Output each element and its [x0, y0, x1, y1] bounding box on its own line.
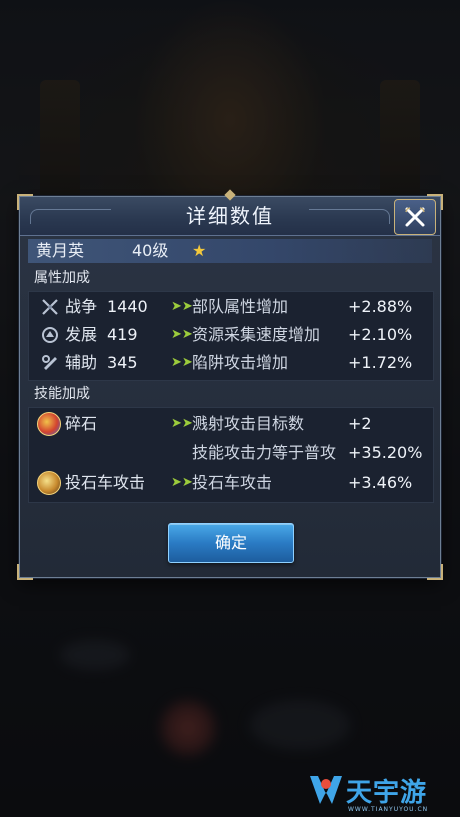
double-chevron-icon: ➤➤ [171, 475, 193, 490]
attribute-value: 345 [107, 353, 138, 372]
double-chevron-icon: ➤➤ [171, 299, 193, 314]
skill-row: 碎石 ➤➤ 溅射攻击目标数 +2 [29, 410, 433, 438]
corner-ornament [17, 564, 33, 580]
skill-name: 投石车攻击 [65, 473, 146, 492]
skill-effect: 溅射攻击目标数 [192, 414, 305, 433]
skill-row: 投石车攻击 ➤➤ 投石车攻击 +3.46% [29, 469, 433, 497]
watermark-url: WWW.TIANYUYOU.CN [348, 806, 429, 813]
attribute-value: 419 [107, 325, 138, 344]
attribute-label: 发展 [65, 325, 98, 344]
attribute-row: 辅助 345 ➤➤ 陷阱攻击增加 +1.72% [29, 349, 433, 377]
corner-ornament [427, 564, 443, 580]
skill-bonus: +35.20% [348, 443, 423, 462]
star-icon: ★ [192, 241, 207, 260]
title-ornament [309, 209, 390, 224]
site-logo-icon [310, 776, 342, 804]
attribute-bonus: +2.10% [348, 325, 413, 344]
hero-info-bar: 黄月英 40级 ★ [28, 239, 432, 263]
crossed-swords-icon [41, 298, 59, 316]
attribute-bonus: +1.72% [348, 353, 413, 372]
shatter-stone-icon [37, 412, 61, 436]
skills-section-title: 技能加成 [34, 386, 90, 402]
close-icon [405, 207, 425, 227]
skills-panel: 碎石 ➤➤ 溅射攻击目标数 +2 技能攻击力等于普攻 +35.20% 投石车攻击… [28, 407, 434, 503]
confirm-button[interactable]: 确定 [168, 523, 294, 563]
skill-effect: 技能攻击力等于普攻 [192, 443, 337, 462]
hero-name: 黄月英 [36, 241, 85, 260]
detail-values-dialog: 详细数值 黄月英 40级 ★ 属性加成 战争 1440 ➤➤ 部队属性增加 +2… [17, 189, 443, 580]
close-button[interactable] [394, 199, 436, 235]
attributes-panel: 战争 1440 ➤➤ 部队属性增加 +2.88% 发展 419 ➤➤ 资源采集速… [28, 291, 434, 381]
attribute-effect: 资源采集速度增加 [192, 325, 321, 344]
attribute-bonus: +2.88% [348, 297, 413, 316]
attribute-effect: 陷阱攻击增加 [192, 353, 289, 372]
attribute-row: 发展 419 ➤➤ 资源采集速度增加 +2.10% [29, 321, 433, 349]
dialog-titlebar: 详细数值 [20, 189, 440, 236]
double-chevron-icon: ➤➤ [171, 416, 193, 431]
title-ornament [30, 209, 111, 224]
hero-level: 40级 [132, 241, 169, 260]
skill-effect: 投石车攻击 [192, 473, 273, 492]
assist-icon [41, 354, 59, 372]
double-chevron-icon: ➤➤ [171, 327, 193, 342]
attributes-section-title: 属性加成 [34, 270, 90, 286]
double-chevron-icon: ➤➤ [171, 355, 193, 370]
skill-name: 碎石 [65, 414, 98, 433]
site-watermark: 天宇游 WWW.TIANYUYOU.CN [306, 770, 456, 814]
catapult-icon [37, 471, 61, 495]
skill-bonus: +3.46% [348, 473, 413, 492]
development-icon [41, 326, 59, 344]
watermark-text: 天宇游 [346, 778, 428, 808]
skill-bonus: +2 [348, 414, 372, 433]
attribute-label: 战争 [65, 297, 98, 316]
attribute-row: 战争 1440 ➤➤ 部队属性增加 +2.88% [29, 293, 433, 321]
attribute-effect: 部队属性增加 [192, 297, 289, 316]
skill-row: 技能攻击力等于普攻 +35.20% [29, 439, 433, 467]
attribute-value: 1440 [107, 297, 148, 316]
attribute-label: 辅助 [65, 353, 98, 372]
dialog-title: 详细数值 [186, 204, 274, 228]
